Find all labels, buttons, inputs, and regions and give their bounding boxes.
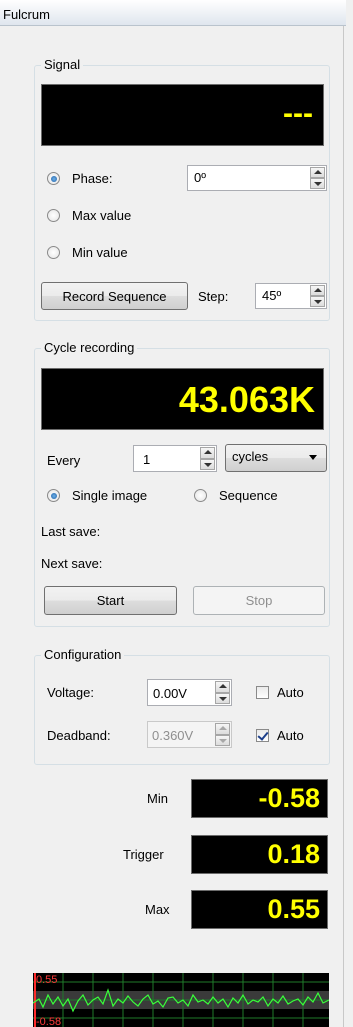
deadband-auto-label: Auto	[277, 728, 304, 743]
every-stepper[interactable]: 1	[133, 445, 217, 472]
step-value: 45º	[262, 288, 282, 303]
max-value-radio[interactable]	[47, 209, 60, 222]
configuration-group: Configuration	[34, 647, 330, 765]
deadband-down-arrow-icon[interactable]	[215, 734, 230, 746]
deadband-up-arrow-icon[interactable]	[215, 723, 230, 735]
phase-up-arrow-icon[interactable]	[310, 167, 325, 178]
single-image-label: Single image	[72, 488, 148, 503]
trigger-readout: 0.18	[191, 835, 328, 874]
sequence-label: Sequence	[219, 488, 278, 503]
step-stepper[interactable]: 45º	[255, 283, 327, 309]
signal-display-value: ---	[283, 97, 313, 130]
phase-stepper[interactable]: 0º	[187, 165, 327, 191]
single-image-radio[interactable]	[47, 489, 60, 502]
phase-down-arrow-icon[interactable]	[310, 178, 325, 189]
cycle-display-value: 43.063K	[178, 379, 315, 420]
next-save-label: Next save:	[41, 556, 103, 571]
plot-grid	[33, 973, 329, 1027]
max-readout: 0.55	[191, 890, 328, 929]
record-sequence-button[interactable]: Record Sequence	[41, 282, 188, 310]
phase-radio[interactable]	[47, 172, 60, 185]
cycle-unit-dropdown[interactable]: cycles	[225, 444, 327, 472]
voltage-up-arrow-icon[interactable]	[215, 681, 230, 693]
every-down-arrow-icon[interactable]	[200, 458, 215, 470]
deadband-value: 0.360V	[152, 728, 194, 743]
chevron-down-icon	[309, 455, 317, 460]
phase-label: Phase:	[72, 171, 113, 186]
trigger-readout-label: Trigger	[123, 847, 164, 862]
stop-button[interactable]: Stop	[193, 586, 325, 615]
voltage-down-arrow-icon[interactable]	[215, 692, 230, 704]
max-readout-label: Max	[145, 902, 170, 917]
min-readout-label: Min	[147, 791, 168, 806]
voltage-auto-label: Auto	[277, 685, 304, 700]
sequence-radio[interactable]	[194, 489, 207, 502]
panel-title: Fulcrum	[3, 7, 50, 22]
trigger-readout-value: 0.18	[267, 839, 320, 869]
configuration-title: Configuration	[41, 647, 125, 662]
every-value: 1	[143, 452, 151, 467]
min-value-label: Min value	[72, 245, 128, 260]
step-down-arrow-icon[interactable]	[310, 296, 325, 307]
step-label: Step:	[198, 289, 229, 304]
max-readout-value: 0.55	[267, 894, 320, 924]
voltage-value: 0.00V	[153, 686, 187, 701]
plot-bottom-label: -0.58	[36, 1016, 61, 1027]
min-value-radio[interactable]	[47, 246, 60, 259]
voltage-auto-checkbox[interactable]	[256, 686, 269, 699]
step-up-arrow-icon[interactable]	[310, 285, 325, 296]
min-readout: -0.58	[191, 779, 328, 818]
phase-value: 0º	[194, 170, 206, 185]
panel-title-bar: Fulcrum	[0, 0, 346, 26]
waveform-svg: 0.55 -0.58	[33, 973, 329, 1027]
signal-group-title: Signal	[41, 57, 84, 72]
deadband-label: Deadband:	[47, 728, 111, 743]
last-save-label: Last save:	[41, 524, 101, 539]
cycle-display: 43.063K	[41, 368, 324, 430]
start-button[interactable]: Start	[44, 586, 177, 615]
every-up-arrow-icon[interactable]	[200, 447, 215, 459]
cycle-unit-value: cycles	[232, 449, 269, 464]
cycle-recording-title: Cycle recording	[41, 340, 138, 355]
signal-display: ---	[41, 84, 324, 146]
max-value-label: Max value	[72, 208, 132, 223]
waveform-plot: 0.55 -0.58	[33, 973, 329, 1027]
voltage-label: Voltage:	[47, 685, 94, 700]
every-label: Every	[47, 453, 81, 468]
voltage-stepper[interactable]: 0.00V	[147, 679, 232, 706]
plot-top-label: 0.55	[36, 974, 57, 986]
min-readout-value: -0.58	[258, 783, 320, 813]
deadband-auto-checkbox[interactable]	[256, 729, 269, 742]
deadband-stepper[interactable]: 0.360V	[147, 721, 232, 748]
